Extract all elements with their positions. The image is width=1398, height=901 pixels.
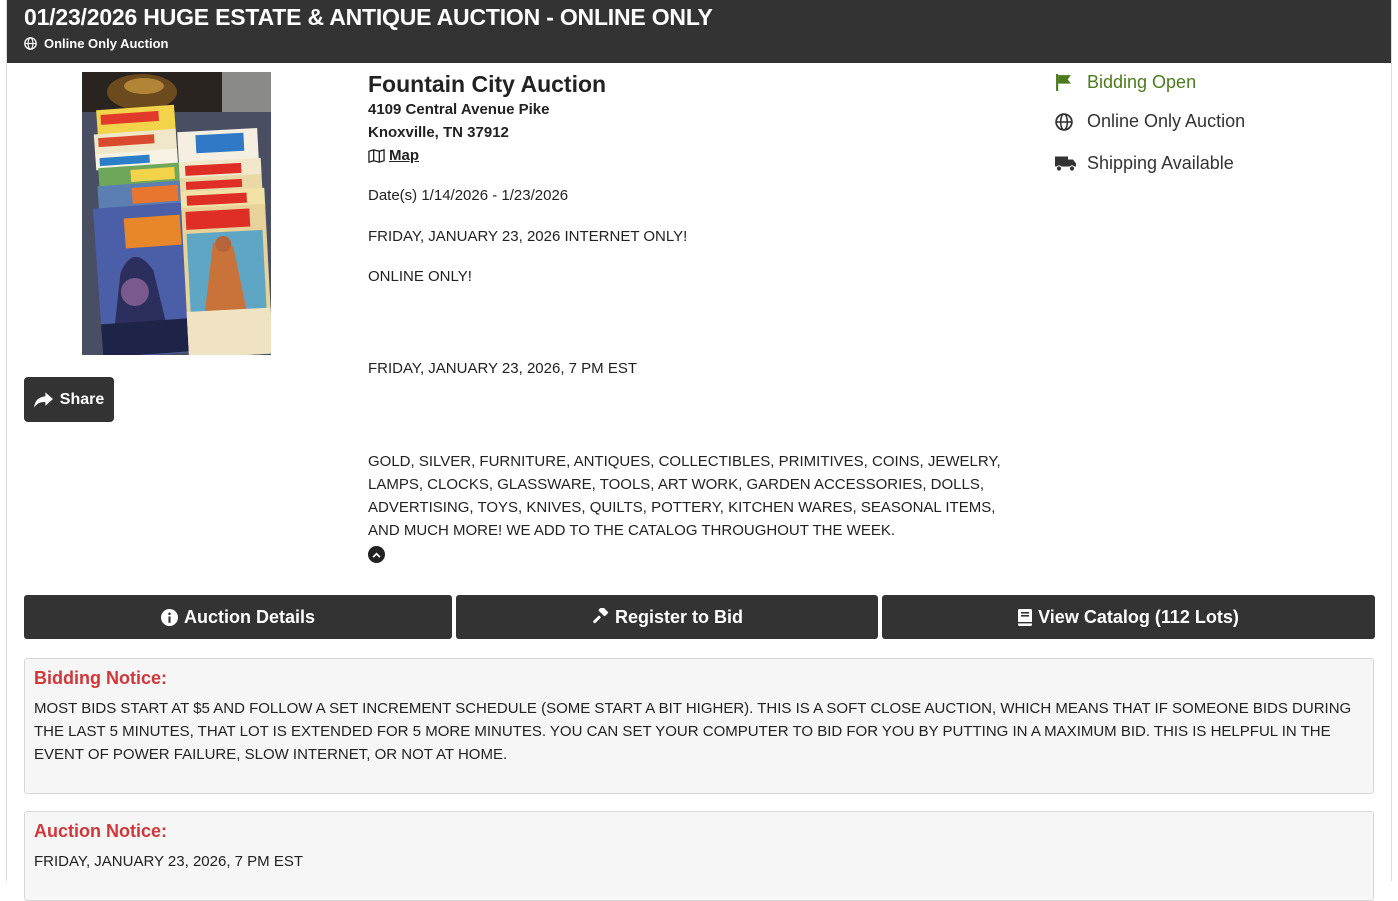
auction-type-status-text: Online Only Auction [1087,111,1246,131]
auction-details-button[interactable]: Auction Details [24,595,452,639]
bidding-notice: Bidding Notice: MOST BIDS START AT $5 AN… [24,658,1374,794]
page-border-left [6,0,7,881]
share-label: Share [59,390,105,408]
auction-description: GOLD, SILVER, FURNITURE, ANTIQUES, COLLE… [368,453,1001,539]
auction-header: 01/23/2026 HUGE ESTATE & ANTIQUE AUCTION… [7,0,1391,63]
auction-notice-title: Auction Notice: [34,821,167,841]
address-line-2: Knoxville, TN 37912 [368,124,509,141]
details-line-1: FRIDAY, JANUARY 23, 2026 INTERNET ONLY! [368,228,688,245]
view-catalog-label: View Catalog (112 Lots) [1038,606,1239,627]
comics-photo-image [82,72,271,355]
bidding-status: Bidding Open [1055,72,1196,93]
map-icon [368,148,385,163]
share-arrow-icon [33,391,53,408]
auction-notice: Auction Notice: FRIDAY, JANUARY 23, 2026… [24,811,1374,901]
details-line-3: FRIDAY, JANUARY 23, 2026, 7 PM EST [368,360,638,377]
globe-icon [1055,112,1073,131]
auction-type-text: Online Only Auction [44,36,169,51]
truck-icon [1055,156,1076,172]
page-border-right [1391,0,1392,881]
auction-notice-body: FRIDAY, JANUARY 23, 2026, 7 PM EST [34,853,304,870]
map-link-label: Map [389,147,419,164]
auction-type-label: Online Only Auction [24,36,168,51]
book-icon [1018,608,1033,626]
shipping-status: Shipping Available [1055,153,1234,174]
collapse-description-button[interactable] [368,546,385,563]
bidding-notice-title: Bidding Notice: [34,668,167,688]
auction-title: 01/23/2026 HUGE ESTATE & ANTIQUE AUCTION… [24,4,713,30]
bidding-notice-body: MOST BIDS START AT $5 AND FOLLOW A SET I… [34,700,1352,763]
auction-details-label: Auction Details [183,606,316,627]
details-line-2: ONLINE ONLY! [368,268,472,285]
register-to-bid-button[interactable]: Register to Bid [456,595,878,639]
auction-dates: Date(s) 1/14/2026 - 1/23/2026 [368,187,569,204]
bidding-status-text: Bidding Open [1087,72,1197,92]
auction-type-status: Online Only Auction [1055,111,1245,132]
auction-photo[interactable] [82,72,271,355]
register-to-bid-label: Register to Bid [614,606,743,627]
info-icon [160,608,178,626]
gavel-icon [593,608,609,624]
view-catalog-button[interactable]: View Catalog (112 Lots) [882,595,1375,639]
flag-icon [1056,74,1071,91]
auctioneer-name[interactable]: Fountain City Auction [368,71,606,98]
map-link[interactable]: Map [368,147,419,164]
shipping-status-text: Shipping Available [1087,153,1234,173]
chevron-up-icon [372,552,381,558]
share-button[interactable]: Share [24,377,114,422]
address-line-1: 4109 Central Avenue Pike [368,101,550,118]
globe-icon [24,37,37,50]
